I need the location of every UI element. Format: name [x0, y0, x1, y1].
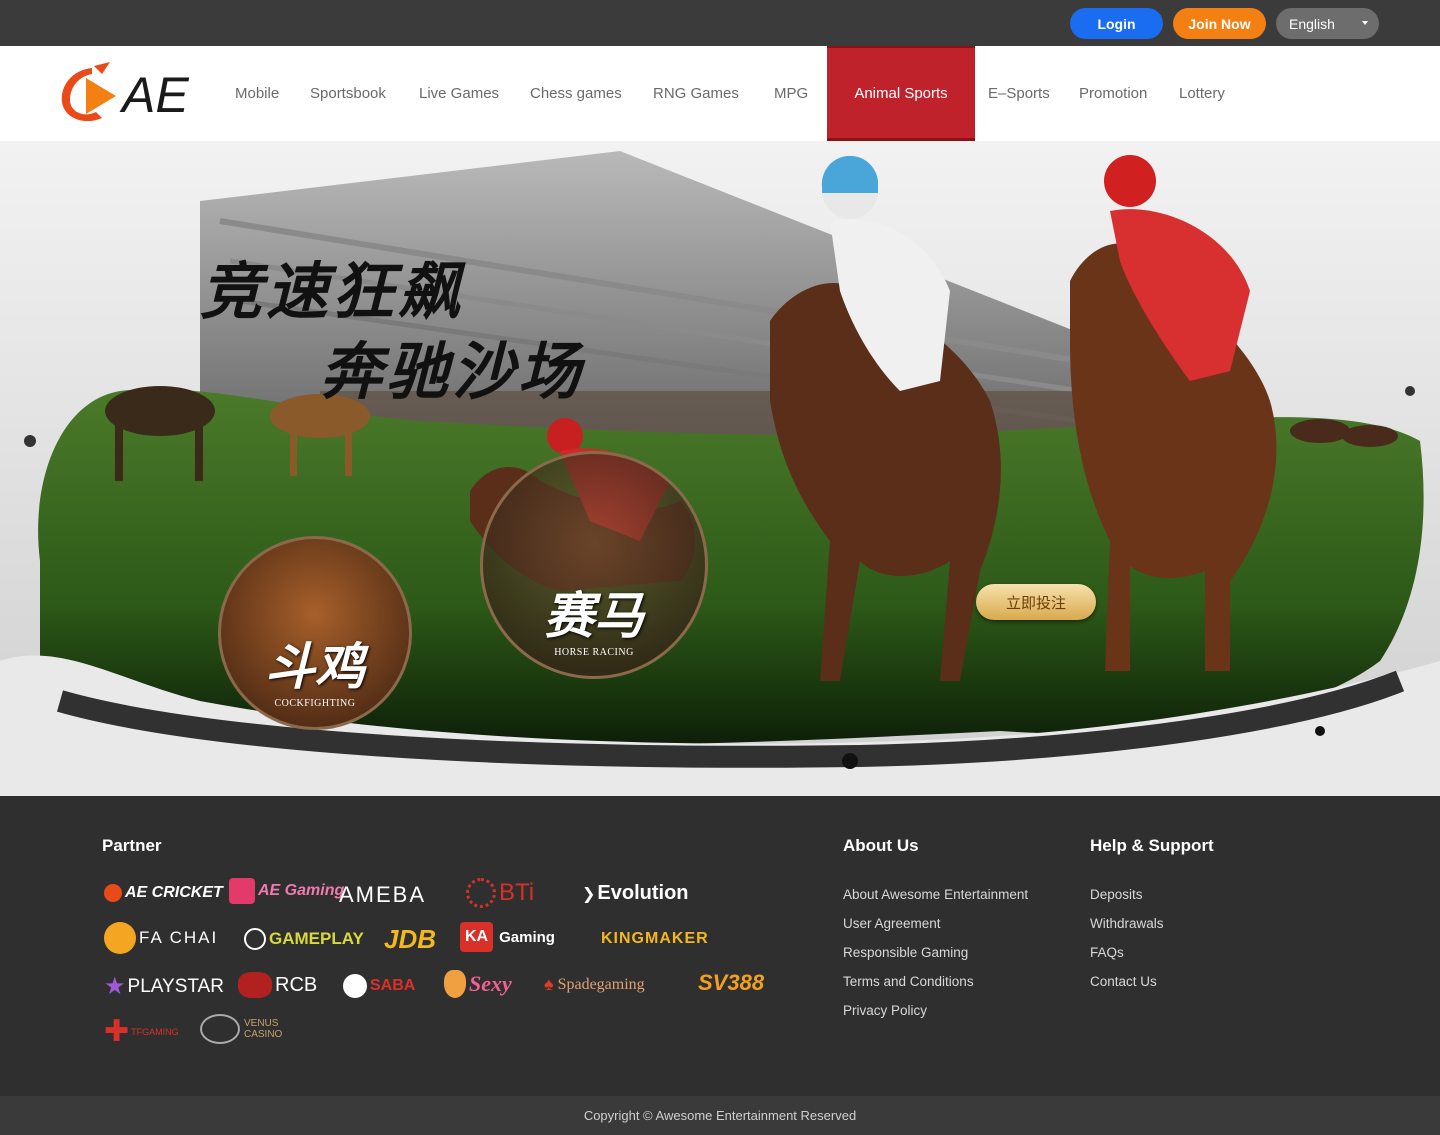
link-faqs[interactable]: FAQs	[1090, 945, 1124, 960]
link-terms[interactable]: Terms and Conditions	[843, 974, 974, 989]
link-about-awesome[interactable]: About Awesome Entertainment	[843, 887, 1028, 902]
banner-headline-1: 竞速狂飙	[200, 255, 465, 328]
language-label: English	[1289, 15, 1335, 32]
ka-logo-icon: KA	[460, 922, 494, 952]
partner-gameplay[interactable]: GAMEPLAY	[244, 928, 364, 950]
chevron-right-icon: ❯	[582, 885, 596, 903]
slot-machine-icon	[229, 878, 255, 904]
partner-ae-gaming[interactable]: AE Gaming	[229, 878, 344, 904]
partner-label: RCB	[275, 973, 318, 996]
nav-mpg[interactable]: MPG	[774, 46, 808, 141]
fa-chai-coin-icon	[104, 922, 136, 954]
partner-label: CASINO	[244, 1029, 283, 1040]
svg-text:AE: AE	[119, 67, 189, 123]
partner-label: TFGAMING	[131, 1026, 179, 1037]
cockfighting-cn-label: 斗鸡	[265, 637, 365, 696]
banner-headline-2: 奔驰沙场	[320, 335, 585, 408]
nav-lottery[interactable]: Lottery	[1179, 46, 1225, 141]
about-heading: About Us	[843, 836, 919, 855]
nav-mobile[interactable]: Mobile	[235, 46, 279, 141]
copyright-text: Copyright © Awesome Entertainment Reserv…	[583, 1108, 857, 1123]
saba-ball-icon	[343, 974, 367, 998]
nav-animal-sports[interactable]: Animal Sports	[827, 46, 975, 141]
horse-racing-cn-label: 赛马	[544, 586, 644, 645]
partner-sv388[interactable]: SV388	[698, 970, 764, 996]
link-contact-us[interactable]: Contact Us	[1090, 974, 1157, 989]
partner-evolution[interactable]: ❯ Evolution	[582, 882, 689, 905]
tf-logo-icon: ✚	[104, 1015, 130, 1048]
partner-saba[interactable]: SABA	[343, 974, 415, 998]
partner-kingmaker[interactable]: KINGMAKER	[601, 930, 709, 948]
partner-label: VENUS	[244, 1018, 279, 1029]
footer: Partner AE CRICKET AE Gaming AMEBA BTi ❯…	[0, 796, 1440, 1096]
hero-banner: 竞速狂飙 奔驰沙场 斗鸡 COCKFIGHTING 赛马 HORSE RACIN…	[0, 141, 1440, 796]
partner-playstar[interactable]: ★ PLAYSTAR	[104, 972, 224, 1001]
gameplay-circle-icon	[244, 928, 266, 950]
partner-label: FA CHAI	[139, 928, 219, 947]
partner-label: Evolution	[597, 882, 689, 904]
language-select[interactable]: English	[1276, 8, 1379, 39]
partner-label: BTi	[499, 879, 535, 906]
nav-sportsbook[interactable]: Sportsbook	[310, 46, 386, 141]
partner-ae-cricket[interactable]: AE CRICKET	[104, 884, 223, 902]
horse-head-icon	[238, 972, 272, 998]
nav-promotion[interactable]: Promotion	[1079, 46, 1147, 141]
bet-now-button[interactable]: 立即投注	[976, 584, 1096, 620]
partner-fa-chai[interactable]: FA CHAI	[104, 922, 218, 954]
horse-racing-badge[interactable]: 赛马 HORSE RACING	[480, 451, 708, 679]
partner-label: PLAYSTAR	[127, 975, 224, 997]
partner-venus-casino[interactable]: VENUS CASINO	[200, 1014, 282, 1044]
nav-chess-games[interactable]: Chess games	[530, 46, 622, 141]
nav-live-games[interactable]: Live Games	[419, 46, 499, 141]
partner-label: Spadegaming	[557, 975, 645, 993]
main-nav: AE Mobile Sportsbook Live Games Chess ga…	[0, 46, 1440, 141]
partner-label: SABA	[370, 977, 416, 994]
nav-rng-games[interactable]: RNG Games	[653, 46, 739, 141]
partner-ameba[interactable]: AMEBA	[339, 882, 426, 908]
partner-bti[interactable]: BTi	[466, 878, 534, 908]
nav-esports[interactable]: E–Sports	[988, 46, 1050, 141]
link-responsible-gaming[interactable]: Responsible Gaming	[843, 945, 968, 960]
link-user-agreement[interactable]: User Agreement	[843, 916, 941, 931]
bti-dot-icon	[466, 878, 496, 908]
banner-artwork	[0, 141, 1440, 796]
cockfighting-en-label: COCKFIGHTING	[274, 698, 356, 709]
partner-sexy[interactable]: Sexy	[444, 970, 512, 998]
link-withdrawals[interactable]: Withdrawals	[1090, 916, 1164, 931]
partner-label: Gaming	[499, 928, 555, 946]
partner-label: AE CRICKET	[125, 884, 223, 901]
partner-jdb[interactable]: JDB	[384, 924, 436, 955]
copyright-bar: Copyright © Awesome Entertainment Reserv…	[0, 1096, 1440, 1135]
partner-spadegaming[interactable]: ♠ Spadegaming	[544, 974, 645, 995]
partner-rcb[interactable]: RCB	[238, 972, 317, 998]
ae-logo-icon: AE	[61, 62, 189, 123]
star-icon: ★	[104, 973, 126, 1000]
help-heading: Help & Support	[1090, 836, 1214, 855]
caret-down-icon	[1362, 21, 1368, 25]
spade-icon: ♠	[544, 974, 554, 994]
horse-racing-en-label: HORSE RACING	[554, 647, 634, 658]
ae-logo[interactable]: AE	[58, 60, 194, 126]
partner-label: Sexy	[469, 971, 512, 996]
partner-tfgaming[interactable]: ✚ TFGAMING	[104, 1014, 179, 1049]
venus-ring-icon	[200, 1014, 240, 1044]
partner-heading: Partner	[102, 836, 162, 855]
cockfighting-badge[interactable]: 斗鸡 COCKFIGHTING	[218, 536, 412, 730]
ae-logo-icon	[104, 884, 122, 902]
partner-label: GAMEPLAY	[269, 929, 364, 948]
lady-icon	[444, 970, 466, 998]
top-bar: Login Join Now English	[0, 0, 1440, 46]
partner-label: AE Gaming	[258, 882, 345, 899]
partner-ka-gaming[interactable]: KA Gaming	[460, 922, 555, 952]
login-button[interactable]: Login	[1070, 8, 1163, 39]
link-deposits[interactable]: Deposits	[1090, 887, 1143, 902]
join-now-button[interactable]: Join Now	[1173, 8, 1266, 39]
link-privacy[interactable]: Privacy Policy	[843, 1003, 927, 1018]
